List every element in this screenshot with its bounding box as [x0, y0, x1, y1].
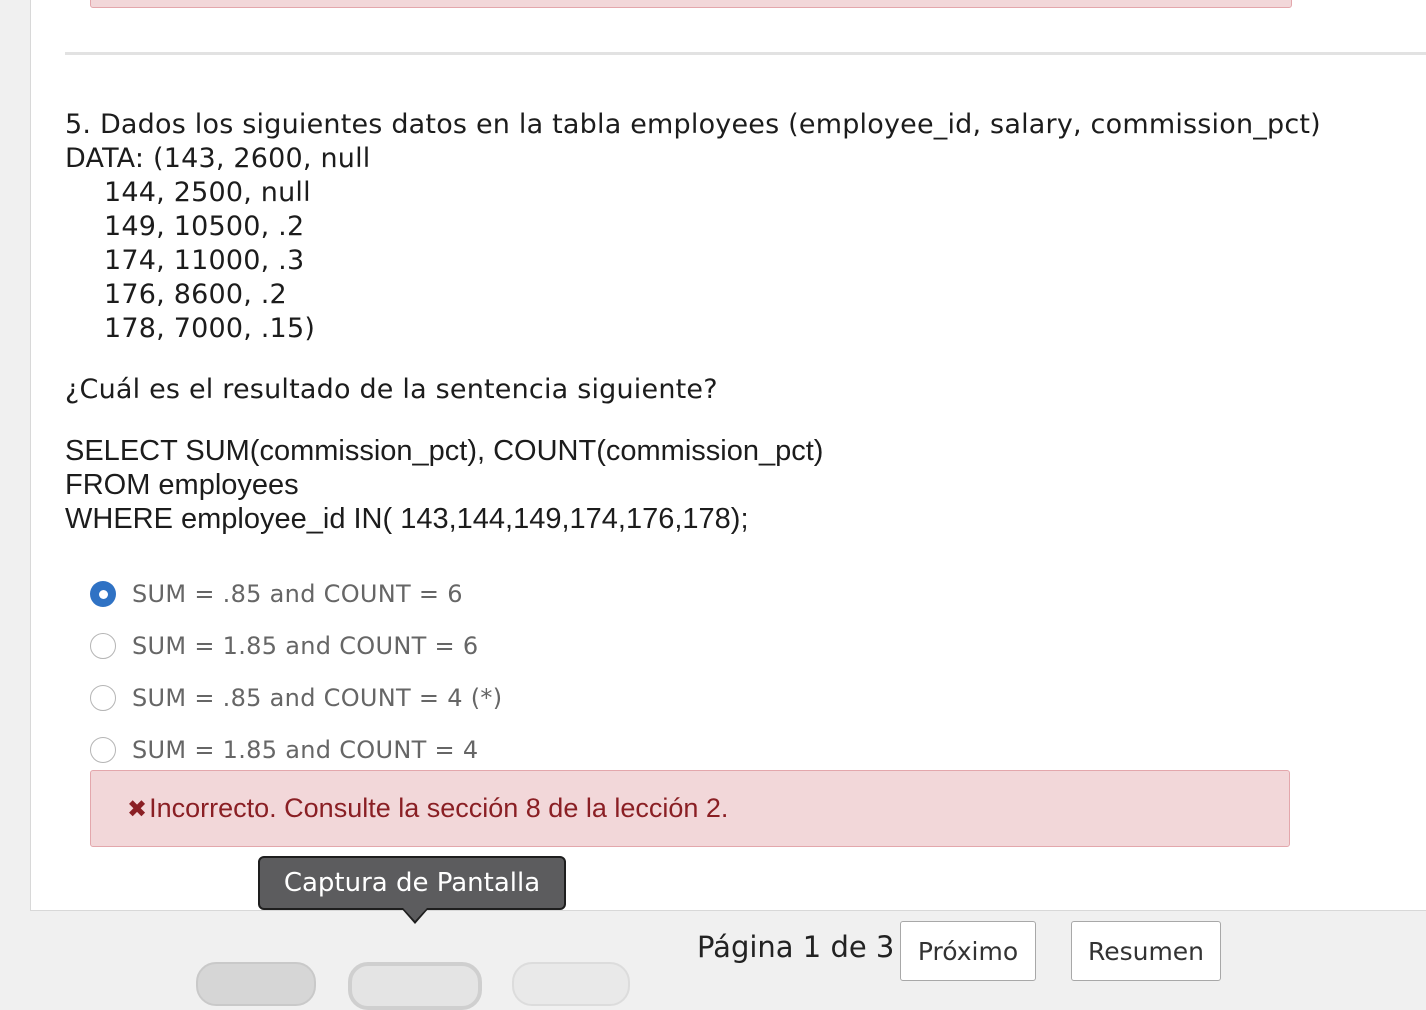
tooltip-arrow [403, 908, 427, 921]
dock-item[interactable] [512, 962, 630, 1006]
data-row: 149, 10500, .2 [104, 211, 305, 242]
feedback-alert: ✖ Incorrecto. Consulte la sección 8 de l… [90, 770, 1290, 847]
data-row: 174, 11000, .3 [104, 245, 305, 276]
answer-option-label: SUM = .85 and COUNT = 4 (*) [132, 684, 503, 712]
next-button[interactable]: Próximo [900, 921, 1036, 981]
dock-item[interactable] [196, 962, 316, 1006]
page-indicator: Página 1 de 3 [697, 930, 895, 964]
radio-button[interactable] [90, 633, 116, 659]
answer-option[interactable]: SUM = 1.85 and COUNT = 4 [90, 733, 478, 767]
radio-button[interactable] [90, 737, 116, 763]
x-icon: ✖ [127, 794, 148, 823]
previous-feedback-alert [90, 0, 1292, 8]
answer-option[interactable]: SUM = 1.85 and COUNT = 6 [90, 629, 478, 663]
radio-button-selected[interactable] [90, 581, 116, 607]
data-row: 178, 7000, .15) [104, 313, 316, 344]
question-divider [65, 52, 1426, 55]
question-prompt: ¿Cuál es el resultado de la sentencia si… [65, 374, 718, 405]
dock-item[interactable] [348, 962, 482, 1010]
answer-option-label: SUM = 1.85 and COUNT = 6 [132, 632, 479, 660]
data-row: 144, 2500, null [104, 177, 311, 208]
sql-line: FROM employees [65, 469, 299, 501]
data-line: DATA: (143, 2600, null [65, 143, 371, 174]
screenshot-tooltip: Captura de Pantalla [258, 856, 566, 910]
question-title: 5. Dados los siguientes datos en la tabl… [65, 109, 1321, 140]
answer-option-label: SUM = .85 and COUNT = 6 [132, 580, 463, 608]
summary-button[interactable]: Resumen [1071, 921, 1221, 981]
tooltip-text: Captura de Pantalla [283, 868, 541, 898]
answer-option[interactable]: SUM = .85 and COUNT = 4 (*) [90, 681, 502, 715]
answer-option-label: SUM = 1.85 and COUNT = 4 [132, 736, 479, 764]
feedback-text: Incorrecto. Consulte la sección 8 de la … [149, 793, 729, 823]
sql-line: WHERE employee_id IN( 143,144,149,174,17… [65, 503, 749, 535]
data-row: 176, 8600, .2 [104, 279, 287, 310]
radio-button[interactable] [90, 685, 116, 711]
sql-line: SELECT SUM(commission_pct), COUNT(commis… [65, 435, 824, 467]
answer-option[interactable]: SUM = .85 and COUNT = 6 [90, 577, 463, 611]
